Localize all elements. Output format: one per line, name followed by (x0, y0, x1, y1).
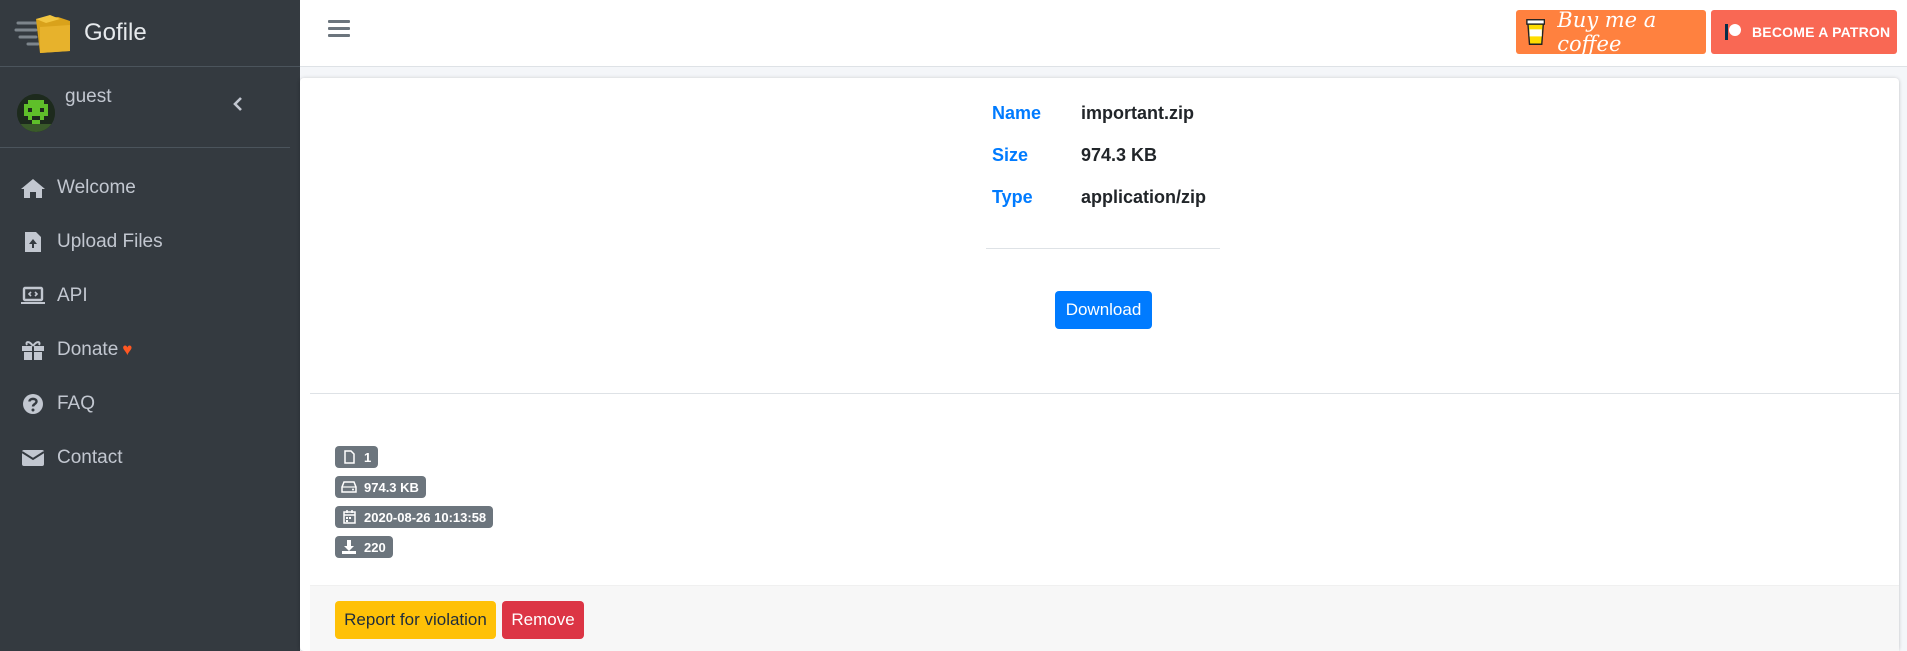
divider (986, 248, 1220, 249)
laptop-code-icon (20, 285, 46, 307)
remove-button[interactable]: Remove (502, 601, 584, 639)
report-violation-button[interactable]: Report for violation (335, 601, 496, 639)
sidebar-item-label: Upload Files (57, 231, 163, 252)
user-avatar[interactable] (17, 94, 55, 132)
download-icon (341, 540, 357, 554)
hard-drive-icon (341, 480, 357, 494)
chevron-left-icon[interactable] (228, 95, 248, 115)
bmc-label: Buy me a coffee (1557, 8, 1657, 56)
total-size-value: 974.3 KB (364, 479, 419, 495)
patreon-label: BECOME A PATRON (1752, 24, 1891, 40)
patreon-logo-icon (1725, 24, 1741, 40)
created-date-value: 2020-08-26 10:13:58 (364, 509, 487, 525)
sidebar-item-label: Welcome (57, 177, 136, 198)
file-type-row: Type application/zip (992, 176, 1222, 218)
download-count-badge: 220 (335, 536, 393, 558)
file-count-badge: 1 (335, 446, 379, 468)
file-upload-icon (20, 231, 46, 253)
file-info-table: Name important.zip Size 974.3 KB Type ap… (992, 92, 1222, 218)
calendar-icon (341, 510, 357, 524)
stats-badges: 1 974.3 KB 2020-08-26 10:13:58 220 (335, 446, 494, 566)
file-icon (341, 450, 357, 464)
file-card: Name important.zip Size 974.3 KB Type ap… (300, 78, 1899, 651)
user-panel: guest (0, 67, 290, 148)
sidebar-item-label: FAQ (57, 393, 96, 414)
coffee-cup-icon (1526, 19, 1546, 45)
file-name-value: important.zip (1081, 102, 1194, 123)
brand-link[interactable]: Gofile (0, 0, 300, 67)
file-type-label: Type (992, 186, 1033, 207)
app-root: Gofile guest Welcome Upload Files API Do… (0, 0, 1907, 651)
sidebar-item-label: Donate (57, 339, 119, 360)
total-size-badge: 974.3 KB (335, 476, 426, 498)
gift-icon (20, 339, 46, 361)
brand-name: Gofile (84, 19, 147, 46)
file-size-label: Size (992, 144, 1029, 165)
download-button[interactable]: Download (1055, 291, 1152, 329)
hamburger-icon[interactable] (328, 20, 350, 42)
created-date-badge: 2020-08-26 10:13:58 (335, 506, 494, 528)
divider (310, 393, 1899, 394)
sidebar-item-welcome[interactable]: Welcome (0, 161, 300, 215)
file-count-value: 1 (364, 449, 372, 465)
folder-speed-icon (14, 15, 70, 53)
file-name-row: Name important.zip (992, 92, 1222, 134)
sidebar-item-label: API (57, 285, 88, 306)
sidebar-nav: Welcome Upload Files API Donate ♥ FAQ Co… (0, 148, 300, 485)
sidebar-item-contact[interactable]: Contact (0, 431, 300, 485)
card-footer: Report for violation Remove (310, 585, 1899, 651)
sidebar-item-api[interactable]: API (0, 269, 300, 323)
sidebar-item-faq[interactable]: FAQ (0, 377, 300, 431)
download-count-value: 220 (364, 539, 386, 555)
sidebar-item-upload-files[interactable]: Upload Files (0, 215, 300, 269)
file-size-value: 974.3 KB (1081, 144, 1158, 165)
file-size-row: Size 974.3 KB (992, 134, 1222, 176)
become-a-patron-button[interactable]: BECOME A PATRON (1711, 10, 1897, 54)
home-icon (20, 177, 46, 199)
sidebar: Gofile guest Welcome Upload Files API Do… (0, 0, 300, 651)
sidebar-item-label: Contact (57, 447, 123, 468)
heart-icon: ♥ (122, 340, 133, 359)
file-type-value: application/zip (1081, 186, 1207, 207)
file-name-label: Name (992, 102, 1042, 123)
user-name[interactable]: guest (65, 86, 111, 108)
top-navbar: Buy me a coffee BECOME A PATRON (300, 0, 1907, 67)
envelope-icon (20, 447, 46, 469)
pixel-avatar-icon (17, 94, 55, 132)
buy-me-a-coffee-button[interactable]: Buy me a coffee (1516, 8, 1706, 56)
sidebar-item-donate[interactable]: Donate ♥ (0, 323, 300, 377)
question-circle-icon (20, 393, 46, 415)
